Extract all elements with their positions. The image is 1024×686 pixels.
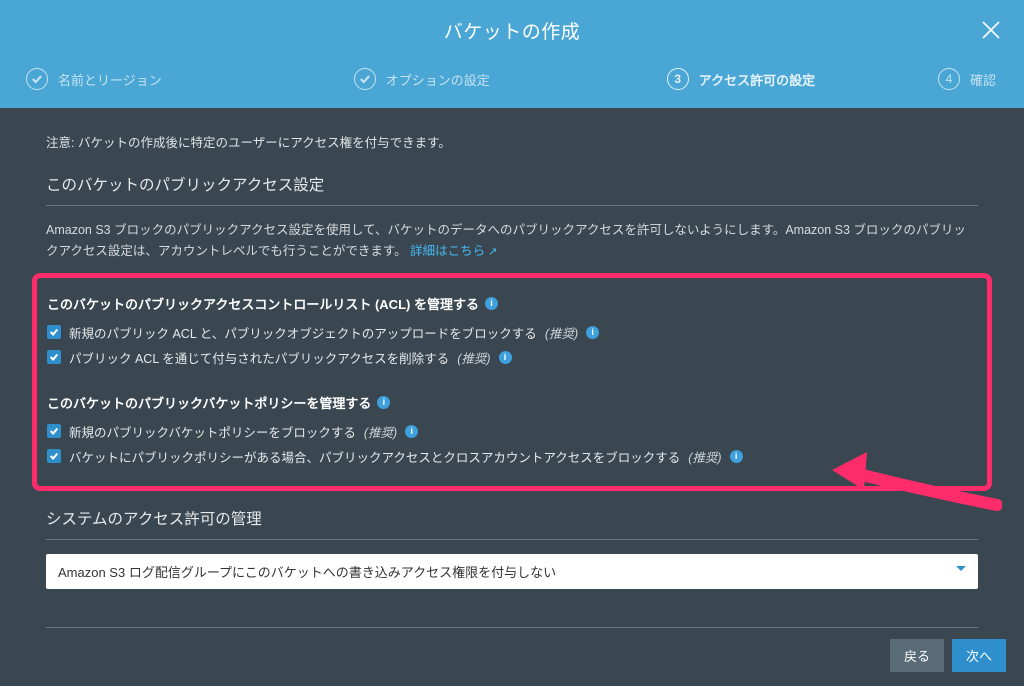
next-button[interactable]: 次へ [952,639,1006,672]
info-icon[interactable]: i [377,396,390,409]
option-label: 新規のパブリック ACL と、パブリックオブジェクトのアップロードをブロックする [69,323,537,342]
check-icon [354,68,376,90]
dropdown-selected-value: Amazon S3 ログ配信グループにこのバケットへの書き込みアクセス権限を付与… [58,562,556,581]
public-access-description: Amazon S3 ブロックのパブリックアクセス設定を使用して、バケットのデータ… [46,220,978,263]
back-button[interactable]: 戻る [890,639,944,672]
close-icon[interactable] [980,19,1002,41]
step-name-region[interactable]: 名前とリージョン [26,68,162,90]
checkbox[interactable] [47,350,61,364]
checkbox[interactable] [47,424,61,438]
highlighted-settings-box: このバケットのパブリックアクセスコントロールリスト (ACL) を管理する i … [32,273,992,491]
step-label: アクセス許可の設定 [699,70,815,89]
log-delivery-dropdown[interactable]: Amazon S3 ログ配信グループにこのバケットへの書き込みアクセス権限を付与… [46,554,978,589]
policy-option-block-cross: バケットにパブリックポリシーがある場合、パブリックアクセスとクロスアカウントアク… [47,447,975,466]
modal-footer: 戻る 次へ [890,639,1006,672]
system-permissions-title: システムのアクセス許可の管理 [46,507,978,540]
step-label: 確認 [970,70,996,89]
option-label: 新規のパブリックバケットポリシーをブロックする [69,422,356,441]
modal-header: バケットの作成 [0,0,1024,60]
public-access-title: このバケットのパブリックアクセス設定 [46,173,978,206]
description-text: Amazon S3 ブロックのパブリックアクセス設定を使用して、バケットのデータ… [46,223,966,258]
checkbox[interactable] [47,325,61,339]
step-number: 4 [938,68,960,90]
divider [46,627,978,628]
step-label: オプションの設定 [386,70,490,89]
policy-heading: このバケットのパブリックバケットポリシーを管理する i [47,393,975,412]
acl-option-block-new: 新規のパブリック ACL と、パブリックオブジェクトのアップロードをブロックする… [47,323,975,342]
check-icon [26,68,48,90]
policy-option-block-new: 新規のパブリックバケットポリシーをブロックする (推奨) i [47,422,975,441]
chevron-down-icon [956,566,966,576]
option-label: バケットにパブリックポリシーがある場合、パブリックアクセスとクロスアカウントアク… [69,447,680,466]
recommended-tag: (推奨) [545,323,578,342]
recommended-tag: (推奨) [688,447,721,466]
acl-heading: このバケットのパブリックアクセスコントロールリスト (ACL) を管理する i [47,294,975,313]
recommended-tag: (推奨) [457,348,490,367]
step-review[interactable]: 4 確認 [938,68,996,90]
step-label: 名前とリージョン [58,70,162,89]
info-icon[interactable]: i [499,351,512,364]
info-icon[interactable]: i [730,450,743,463]
create-bucket-modal: バケットの作成 名前とリージョン オプションの設定 3 アクセス許可の設定 4 … [0,0,1024,686]
recommended-tag: (推奨) [364,422,397,441]
policy-heading-text: このバケットのパブリックバケットポリシーを管理する [47,393,371,412]
notice-text: 注意: バケットの作成後に特定のユーザーにアクセス権を付与できます。 [46,132,978,151]
option-label: パブリック ACL を通じて付与されたパブリックアクセスを削除する [69,348,449,367]
modal-body: 注意: バケットの作成後に特定のユーザーにアクセス権を付与できます。 このバケッ… [0,108,1024,686]
step-permissions[interactable]: 3 アクセス許可の設定 [667,68,815,90]
learn-more-link[interactable]: 詳細はこちら [410,244,497,258]
info-icon[interactable]: i [405,425,418,438]
step-number: 3 [667,68,689,90]
info-icon[interactable]: i [485,297,498,310]
checkbox[interactable] [47,449,61,463]
acl-heading-text: このバケットのパブリックアクセスコントロールリスト (ACL) を管理する [47,294,479,313]
acl-option-remove-public: パブリック ACL を通じて付与されたパブリックアクセスを削除する (推奨) i [47,348,975,367]
step-options[interactable]: オプションの設定 [354,68,490,90]
modal-title: バケットの作成 [444,17,581,44]
wizard-stepper: 名前とリージョン オプションの設定 3 アクセス許可の設定 4 確認 [0,60,1024,108]
info-icon[interactable]: i [586,326,599,339]
